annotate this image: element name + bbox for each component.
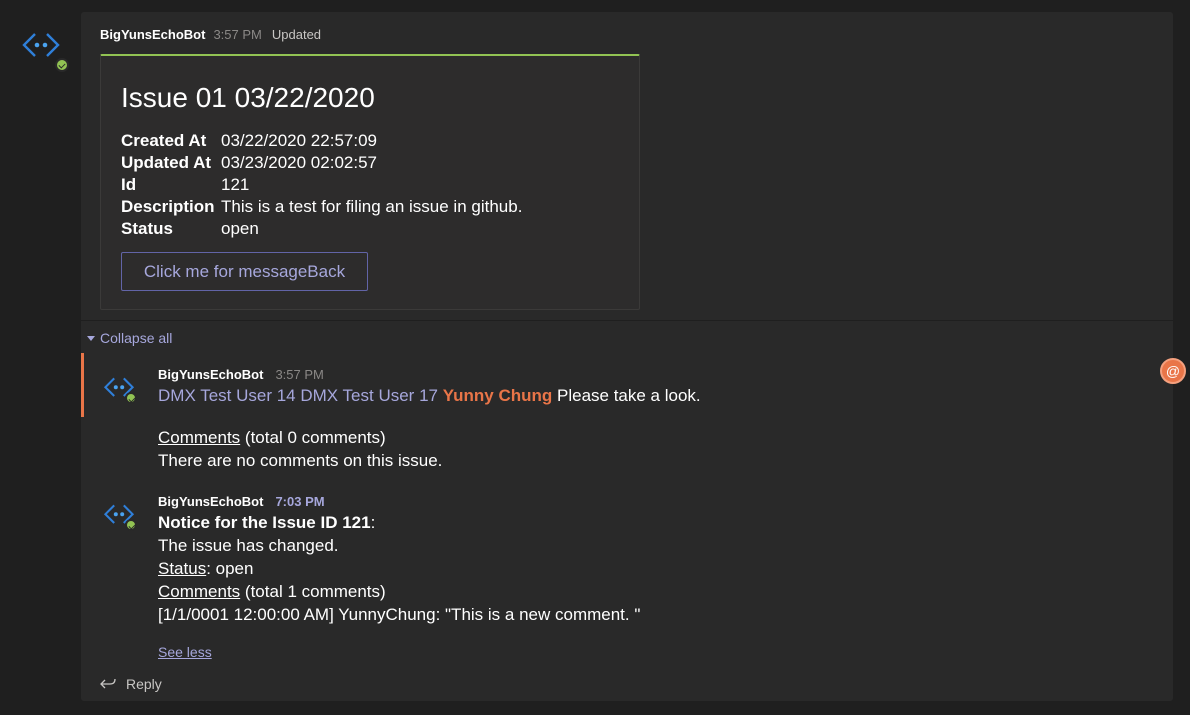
mention-user[interactable]: DMX Test User 14	[158, 386, 296, 405]
sender-name[interactable]: BigYunsEchoBot	[158, 494, 263, 509]
comments-line: Comments (total 1 comments)	[158, 580, 640, 603]
fact-key: Updated At	[121, 153, 212, 172]
message-header: BigYunsEchoBot 3:57 PM Updated	[100, 27, 321, 42]
fact-row: Created At 03/22/2020 22:57:09	[121, 130, 522, 152]
status-value: : open	[206, 559, 254, 578]
fact-row: Description This is a test for filing an…	[121, 196, 522, 218]
reply-message-body: DMX Test User 14 DMX Test User 17 Yunny …	[158, 384, 701, 472]
fact-key: Status	[121, 219, 173, 238]
collapse-all-button[interactable]: Collapse all	[87, 330, 172, 346]
message-thread: BigYunsEchoBot 3:57 PM Updated Issue 01 03…	[81, 12, 1173, 701]
timestamp: 3:57 PM	[213, 27, 262, 42]
comments-line: Comments (total 0 comments)	[158, 426, 701, 449]
fact-key: Description	[121, 197, 215, 216]
reply-arrow-icon	[100, 678, 116, 689]
fact-value: 121	[221, 175, 250, 194]
comments-link[interactable]: Comments	[158, 582, 240, 601]
caret-down-icon	[87, 335, 95, 341]
see-less-link[interactable]: See less	[158, 644, 212, 660]
mention-line: DMX Test User 14 DMX Test User 17 Yunny …	[158, 384, 701, 407]
timestamp: 3:57 PM	[275, 367, 324, 382]
fact-value: This is a test for filing an issue in gi…	[221, 197, 523, 216]
mention-self[interactable]: Yunny Chung	[443, 386, 553, 405]
bot-avatar[interactable]	[21, 26, 61, 66]
presence-available-icon	[55, 58, 69, 72]
message-text: Please take a look.	[557, 386, 701, 405]
fact-key: Id	[121, 175, 137, 194]
comment-entry: [1/1/0001 12:00:00 AM] YunnyChung: "This…	[158, 605, 641, 624]
message-back-button[interactable]: Click me for messageBack	[121, 252, 368, 291]
presence-available-icon	[125, 519, 137, 531]
comments-count: (total 0 comments)	[244, 428, 386, 447]
presence-available-icon	[125, 392, 137, 404]
reply-label: Reply	[126, 676, 162, 692]
notice-title: Notice for the Issue ID 121	[158, 513, 371, 532]
root-message: BigYunsEchoBot 3:57 PM Updated Issue 01 03…	[81, 12, 1173, 320]
comments-link[interactable]: Comments	[158, 428, 240, 447]
notice-colon: :	[370, 513, 376, 532]
fact-row: Id 121	[121, 174, 522, 196]
fact-key: Created At	[121, 131, 207, 150]
sender-name[interactable]: BigYunsEchoBot	[158, 367, 263, 382]
notice-line: Notice for the Issue ID 121:	[158, 511, 640, 534]
fact-row: Status open	[121, 218, 522, 240]
mention-indicator-bar	[81, 353, 84, 417]
collapse-all-label: Collapse all	[100, 330, 173, 346]
fact-value: open	[221, 219, 259, 238]
card-title: Issue 01 03/22/2020	[121, 82, 375, 113]
fact-row: Updated At 03/23/2020 02:02:57	[121, 152, 522, 174]
fact-value: 03/22/2020 22:57:09	[221, 131, 377, 150]
comments-count: (total 1 comments)	[244, 582, 386, 601]
mention-at-icon[interactable]: @	[1160, 358, 1186, 384]
changed-text: The issue has changed.	[158, 536, 339, 555]
timestamp: 7:03 PM	[275, 494, 325, 509]
reply-button[interactable]: Reply	[99, 676, 162, 692]
sender-name[interactable]: BigYunsEchoBot	[100, 27, 205, 42]
fact-value: 03/23/2020 02:02:57	[221, 153, 377, 172]
reply-message-body: Notice for the Issue ID 121: The issue h…	[158, 511, 640, 626]
adaptive-card: Issue 01 03/22/2020 Created At 03/22/202…	[100, 54, 640, 310]
reply-header: BigYunsEchoBot 7:03 PM	[158, 494, 325, 509]
reply-header: BigYunsEchoBot 3:57 PM	[158, 367, 324, 382]
no-comments-text: There are no comments on this issue.	[158, 451, 443, 470]
thread-divider	[81, 320, 1173, 321]
status-line: Status: open	[158, 557, 640, 580]
fact-set: Created At 03/22/2020 22:57:09 Updated A…	[121, 130, 522, 240]
bot-icon	[22, 33, 60, 57]
status-link[interactable]: Status	[158, 559, 206, 578]
updated-label: Updated	[271, 27, 322, 42]
mention-user[interactable]: DMX Test User 17	[300, 386, 438, 405]
